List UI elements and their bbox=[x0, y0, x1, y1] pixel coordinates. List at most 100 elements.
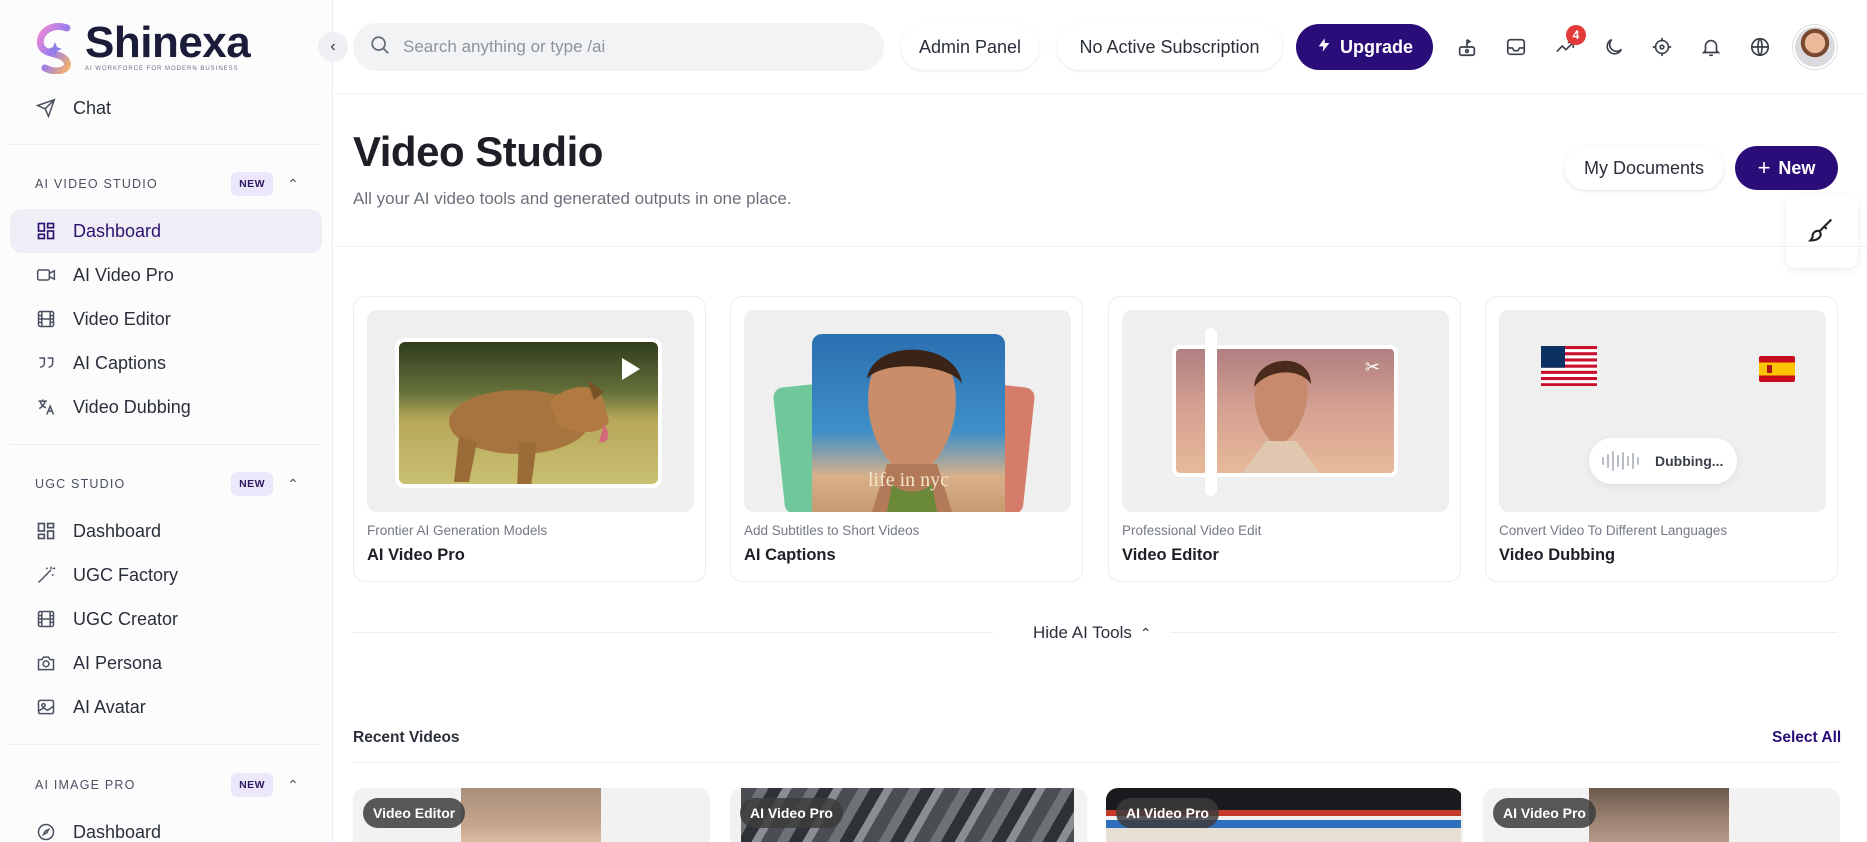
rocket-icon[interactable] bbox=[1453, 33, 1481, 61]
new-label: New bbox=[1778, 157, 1816, 178]
subscription-button[interactable]: No Active Subscription bbox=[1057, 24, 1282, 70]
sidebar-item-ai-persona[interactable]: AI Persona bbox=[10, 641, 322, 685]
trim-handle-icon bbox=[1205, 328, 1217, 496]
film-icon bbox=[35, 308, 57, 330]
sidebar-divider bbox=[10, 744, 322, 745]
magic-wand-icon bbox=[35, 564, 57, 586]
user-avatar[interactable] bbox=[1793, 25, 1837, 69]
sidebar-item-label: Dashboard bbox=[73, 821, 162, 842]
recent-video-card[interactable]: AI Video Pro bbox=[1106, 788, 1463, 842]
new-badge: NEW bbox=[231, 472, 274, 496]
inbox-icon[interactable] bbox=[1502, 33, 1530, 61]
tool-name: AI Video Pro bbox=[367, 546, 465, 564]
section-title: UGC STUDIO bbox=[35, 477, 126, 491]
video-source-tag: AI Video Pro bbox=[740, 798, 843, 828]
sidebar-item-image-dashboard[interactable]: Dashboard bbox=[10, 810, 322, 842]
tool-subtitle: Frontier AI Generation Models bbox=[367, 523, 548, 538]
tool-name: Video Editor bbox=[1122, 546, 1219, 564]
new-button[interactable]: + New bbox=[1735, 146, 1838, 190]
crosshair-icon[interactable] bbox=[1648, 33, 1676, 61]
page-title: Video Studio bbox=[353, 128, 603, 175]
send-icon bbox=[35, 97, 57, 119]
new-badge: NEW bbox=[231, 172, 274, 196]
brush-tool-button[interactable] bbox=[1786, 196, 1858, 268]
globe-icon[interactable] bbox=[1746, 33, 1774, 61]
logo-mark-icon bbox=[33, 18, 79, 75]
caption-overlay-text: life in nyc bbox=[867, 469, 950, 491]
tool-card-ai-captions[interactable]: life in nyc Add Subtitles to Short Video… bbox=[730, 296, 1083, 582]
sidebar-item-ai-captions[interactable]: AI Captions bbox=[10, 341, 322, 385]
section-ugc-studio[interactable]: UGC STUDIO NEW ⌃ bbox=[35, 470, 300, 498]
brand-logo[interactable]: Shinexa AI WORKFORCE FOR MODERN BUSINESS bbox=[33, 18, 251, 75]
sidebar: Shinexa AI WORKFORCE FOR MODERN BUSINESS… bbox=[0, 0, 333, 842]
sidebar-item-ai-video-pro[interactable]: AI Video Pro bbox=[10, 253, 322, 297]
bell-icon[interactable] bbox=[1697, 33, 1725, 61]
sidebar-collapse-button[interactable]: ‹ bbox=[318, 32, 348, 62]
chevron-up-icon: ⌃ bbox=[1139, 624, 1152, 641]
sidebar-item-ugc-creator[interactable]: UGC Creator bbox=[10, 597, 322, 641]
search-input[interactable] bbox=[403, 37, 843, 57]
section-ai-video-studio[interactable]: AI VIDEO STUDIO NEW ⌃ bbox=[35, 170, 300, 198]
section-title: AI VIDEO STUDIO bbox=[35, 177, 158, 191]
sidebar-item-label: UGC Factory bbox=[73, 564, 179, 585]
brush-icon bbox=[1807, 216, 1836, 249]
video-source-tag: AI Video Pro bbox=[1493, 798, 1596, 828]
tool-thumbnail: ✂ bbox=[1122, 310, 1449, 512]
tool-card-video-dubbing[interactable]: Dubbing... Convert Video To Different La… bbox=[1485, 296, 1838, 582]
sidebar-item-ugc-factory[interactable]: UGC Factory bbox=[10, 553, 322, 597]
recent-videos-title: Recent Videos bbox=[353, 729, 460, 746]
sidebar-item-video-editor[interactable]: Video Editor bbox=[10, 297, 322, 341]
section-ai-image-pro[interactable]: AI IMAGE PRO NEW ⌃ bbox=[35, 771, 300, 799]
recent-video-card[interactable]: AI Video Pro bbox=[1483, 788, 1840, 842]
section-title: AI IMAGE PRO bbox=[35, 778, 136, 792]
tool-name: Video Dubbing bbox=[1499, 546, 1616, 564]
search-bar[interactable] bbox=[353, 23, 884, 71]
sidebar-item-label: AI Video Pro bbox=[73, 264, 174, 285]
video-thumbnail bbox=[1589, 788, 1729, 842]
sidebar-item-ugc-dashboard[interactable]: Dashboard bbox=[10, 509, 322, 553]
page-subtitle: All your AI video tools and generated ou… bbox=[353, 189, 792, 208]
quote-icon bbox=[35, 352, 57, 374]
tool-subtitle: Convert Video To Different Languages bbox=[1499, 523, 1728, 538]
hide-tools-label: Hide AI Tools bbox=[1033, 623, 1132, 642]
tool-card-ai-video-pro[interactable]: Frontier AI Generation Models AI Video P… bbox=[353, 296, 706, 582]
sidebar-item-label: Chat bbox=[73, 97, 112, 118]
translate-icon bbox=[35, 396, 57, 418]
hide-ai-tools-toggle[interactable]: Hide AI Tools ⌃ bbox=[1033, 623, 1152, 643]
sidebar-item-video-dubbing[interactable]: Video Dubbing bbox=[10, 385, 322, 429]
portrait-video-frame: life in nyc bbox=[812, 334, 1005, 512]
play-icon bbox=[622, 358, 640, 380]
sidebar-item-label: AI Persona bbox=[73, 652, 163, 673]
recent-video-card[interactable]: AI Video Pro bbox=[730, 788, 1087, 842]
chevron-up-icon: ⌃ bbox=[287, 475, 300, 492]
chevron-left-icon: ‹ bbox=[330, 38, 336, 55]
sidebar-item-label: Video Dubbing bbox=[73, 396, 191, 417]
recent-divider bbox=[353, 762, 1838, 763]
sidebar-item-chat[interactable]: Chat bbox=[10, 86, 322, 130]
moon-icon[interactable] bbox=[1600, 33, 1628, 61]
compass-icon bbox=[35, 821, 57, 842]
search-icon bbox=[369, 34, 391, 61]
lightning-icon bbox=[1316, 36, 1332, 59]
topbar-divider bbox=[334, 93, 1867, 94]
video-camera-icon bbox=[35, 264, 57, 286]
tool-card-video-editor[interactable]: ✂ Professional Video Edit Video Editor bbox=[1108, 296, 1461, 582]
upgrade-label: Upgrade bbox=[1339, 36, 1413, 57]
sidebar-item-dashboard[interactable]: Dashboard bbox=[10, 209, 322, 253]
us-flag-icon bbox=[1541, 346, 1597, 386]
recent-video-card[interactable]: Video Editor bbox=[353, 788, 710, 842]
film-icon bbox=[35, 608, 57, 630]
new-badge: NEW bbox=[231, 773, 274, 797]
video-source-tag: AI Video Pro bbox=[1116, 798, 1219, 828]
sidebar-divider bbox=[10, 144, 322, 145]
hide-tools-divider-right bbox=[1170, 632, 1838, 633]
dubbing-status-text: Dubbing... bbox=[1655, 453, 1724, 469]
sidebar-item-ai-avatar[interactable]: AI Avatar bbox=[10, 685, 322, 729]
video-source-tag: Video Editor bbox=[363, 798, 466, 828]
upgrade-button[interactable]: Upgrade bbox=[1296, 24, 1433, 70]
waveform-icon bbox=[1602, 451, 1639, 471]
select-all-button[interactable]: Select All bbox=[1772, 729, 1841, 747]
admin-panel-button[interactable]: Admin Panel bbox=[901, 24, 1039, 70]
my-documents-button[interactable]: My Documents bbox=[1564, 146, 1724, 190]
sidebar-item-label: Video Editor bbox=[73, 308, 171, 329]
